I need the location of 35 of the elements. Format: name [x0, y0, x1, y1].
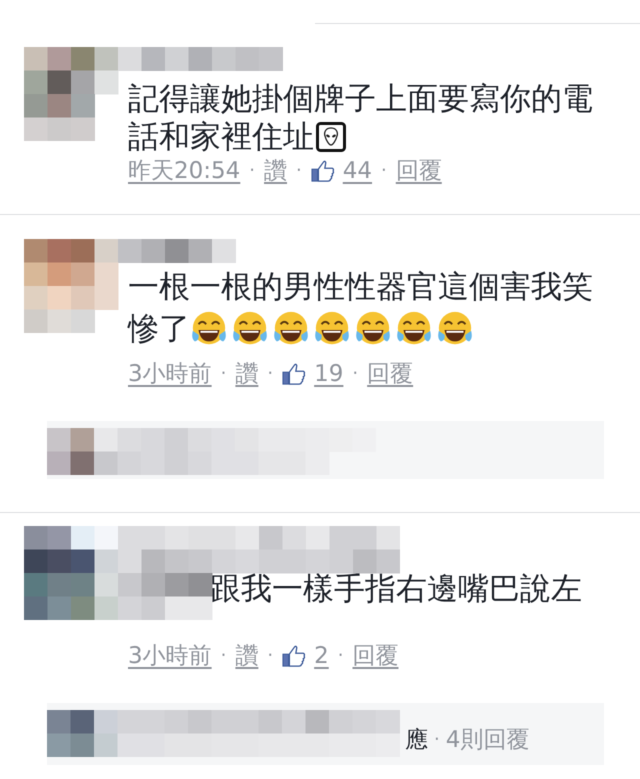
reply-preview-bar[interactable]: [47, 421, 604, 479]
timestamp-link[interactable]: 昨天20:54: [128, 156, 240, 186]
thumbs-up-icon: [282, 644, 306, 668]
thumbs-up-icon: [310, 159, 335, 183]
reply-preview-bar[interactable]: 應 · 4則回覆: [47, 703, 604, 765]
like-link[interactable]: 讚: [235, 641, 258, 671]
separator-dot: ·: [381, 159, 387, 183]
like-count[interactable]: 2: [314, 641, 329, 671]
comment-text: 記得讓她掛個牌子上面要寫你的電: [128, 80, 593, 118]
reply-snippet: 應: [405, 726, 428, 754]
separator-dot: ·: [434, 728, 440, 750]
reply-link[interactable]: 回覆: [396, 156, 442, 186]
alien-icon: [316, 122, 346, 152]
thumbs-up-icon: [282, 362, 306, 386]
separator-dot: ·: [296, 159, 302, 183]
comment-text: 一根一根的男性性器官這個害我笑: [128, 268, 593, 307]
comment-text: 話和家裡住址: [128, 118, 314, 156]
separator-dot: ·: [220, 362, 226, 386]
reply-link[interactable]: 回覆: [367, 359, 414, 389]
separator-dot: ·: [267, 362, 274, 386]
timestamp-link[interactable]: 3小時前: [128, 359, 212, 389]
like-link[interactable]: 讚: [264, 156, 288, 186]
separator-dot: ·: [267, 644, 274, 668]
reply-link[interactable]: 回覆: [352, 641, 398, 671]
separator-dot: ·: [352, 362, 358, 386]
like-count[interactable]: 19: [314, 359, 344, 389]
like-link[interactable]: 讚: [235, 359, 258, 389]
comment-text: 慘了: [128, 310, 190, 349]
separator-dot: ·: [220, 644, 226, 668]
timestamp-link[interactable]: 3小時前: [128, 641, 212, 671]
separator-dot: ·: [249, 159, 256, 183]
comment-text: 跟我一樣手指右邊嘴巴說左: [210, 570, 582, 609]
like-count[interactable]: 44: [342, 156, 372, 186]
reply-count-link[interactable]: 4則回覆: [446, 724, 530, 754]
separator-dot: ·: [338, 644, 344, 668]
